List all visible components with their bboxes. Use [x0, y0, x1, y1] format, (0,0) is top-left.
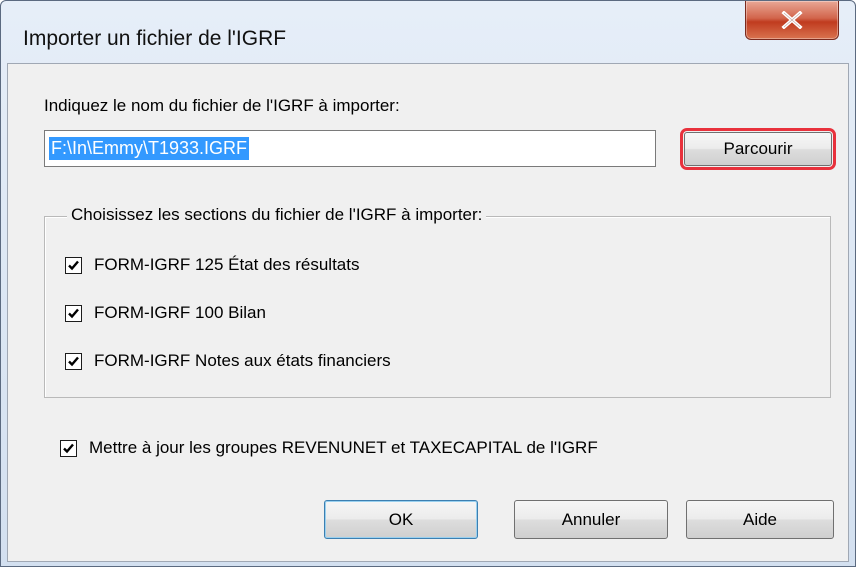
close-icon [781, 11, 803, 29]
sections-legend: Choisissez les sections du fichier de l'… [67, 205, 487, 225]
file-name-label: Indiquez le nom du fichier de l'IGRF à i… [44, 96, 400, 115]
section-item-label: FORM-IGRF 100 Bilan [94, 303, 266, 322]
checkmark-icon [68, 308, 79, 318]
section-item-etat-resultats[interactable]: FORM-IGRF 125 État des résultats [65, 255, 359, 275]
ok-button[interactable]: OK [324, 500, 478, 539]
checkbox[interactable] [65, 304, 82, 322]
cancel-button[interactable]: Annuler [514, 500, 668, 539]
checkmark-icon [63, 443, 74, 453]
help-button[interactable]: Aide [686, 500, 834, 539]
update-groups-option[interactable]: Mettre à jour les groupes REVENUNET et T… [60, 438, 598, 458]
close-button[interactable] [745, 1, 839, 40]
browse-button[interactable]: Parcourir [680, 128, 836, 170]
file-path-value: F:\In\Emmy\T1933.IGRF [49, 137, 250, 160]
sections-groupbox: Choisissez les sections du fichier de l'… [44, 205, 831, 398]
section-item-bilan[interactable]: FORM-IGRF 100 Bilan [65, 303, 266, 323]
checkbox[interactable] [60, 439, 77, 457]
checkbox[interactable] [65, 256, 82, 274]
section-item-label: FORM-IGRF 125 État des résultats [94, 255, 360, 274]
checkmark-icon [68, 260, 79, 270]
window-title: Importer un fichier de l'IGRF [23, 27, 287, 50]
checkbox[interactable] [65, 352, 82, 370]
section-item-label: FORM-IGRF Notes aux états financiers [94, 351, 391, 370]
file-path-input[interactable]: F:\In\Emmy\T1933.IGRF [44, 130, 656, 167]
update-groups-label: Mettre à jour les groupes REVENUNET et T… [89, 438, 598, 457]
checkmark-icon [68, 356, 79, 366]
title-bar[interactable]: Importer un fichier de l'IGRF [1, 1, 855, 63]
dialog-window: Importer un fichier de l'IGRF Indiquez l… [0, 0, 856, 567]
section-item-notes[interactable]: FORM-IGRF Notes aux états financiers [65, 351, 391, 371]
dialog-body: Indiquez le nom du fichier de l'IGRF à i… [7, 63, 849, 562]
